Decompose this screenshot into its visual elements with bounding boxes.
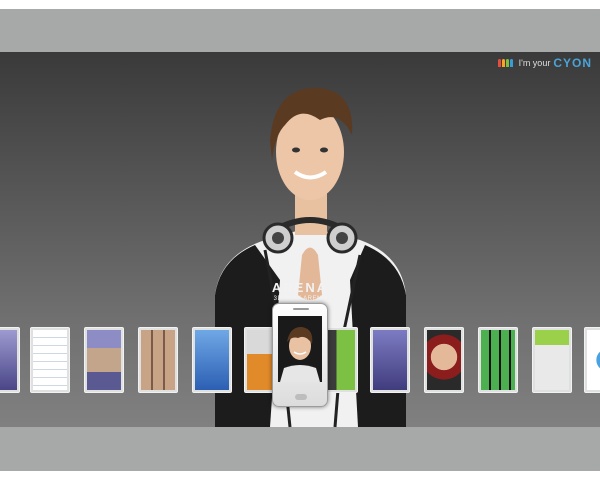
home-button[interactable] [295,394,307,400]
showcase-stage: I'm your CYON ARENA 3D PLAY ARENA [0,52,600,427]
portrait-wallpaper-icon [278,316,322,382]
widget-screen-icon [0,330,17,390]
wallpaper-icon [427,330,461,390]
browser-icon [587,330,600,390]
screen-thumb-app-icons[interactable] [478,327,518,393]
brand-name: CYON [553,56,592,70]
screen-thumb-dialer[interactable] [532,327,572,393]
screen-thumb-browser[interactable] [584,327,600,393]
product-label: ARENA 3D PLAY ARENA [268,280,332,302]
selected-phone[interactable] [272,303,328,407]
dialer-keypad-icon [535,330,569,390]
photo-viewer-icon [87,330,121,390]
product-name: ARENA [271,280,329,295]
bottom-band [0,427,600,471]
contacts-list-icon [33,330,67,390]
screen-thumb-media-grid[interactable] [370,327,410,393]
phone-screen-carousel[interactable]: ARENA 3D PLAY ARENA [0,280,600,407]
screen-thumb-photo-viewer[interactable] [84,327,124,393]
people-icon [497,59,513,67]
app-menu-icon [195,330,229,390]
photo-gallery-icon [141,330,175,390]
app-icons-grid-icon [481,330,515,390]
top-band [0,9,600,52]
media-grid-icon [373,330,407,390]
earpiece [293,308,309,310]
screen-thumb-wallpaper[interactable] [424,327,464,393]
brand-tagline: I'm your [518,58,551,68]
screen-thumb-contacts[interactable] [30,327,70,393]
screen-thumb-home[interactable] [0,327,20,393]
screen-thumb-app-menu[interactable] [192,327,232,393]
screen-thumb-gallery[interactable] [138,327,178,393]
brand-logo[interactable]: I'm your CYON [497,56,592,70]
product-slogan: 3D PLAY ARENA [273,296,327,302]
